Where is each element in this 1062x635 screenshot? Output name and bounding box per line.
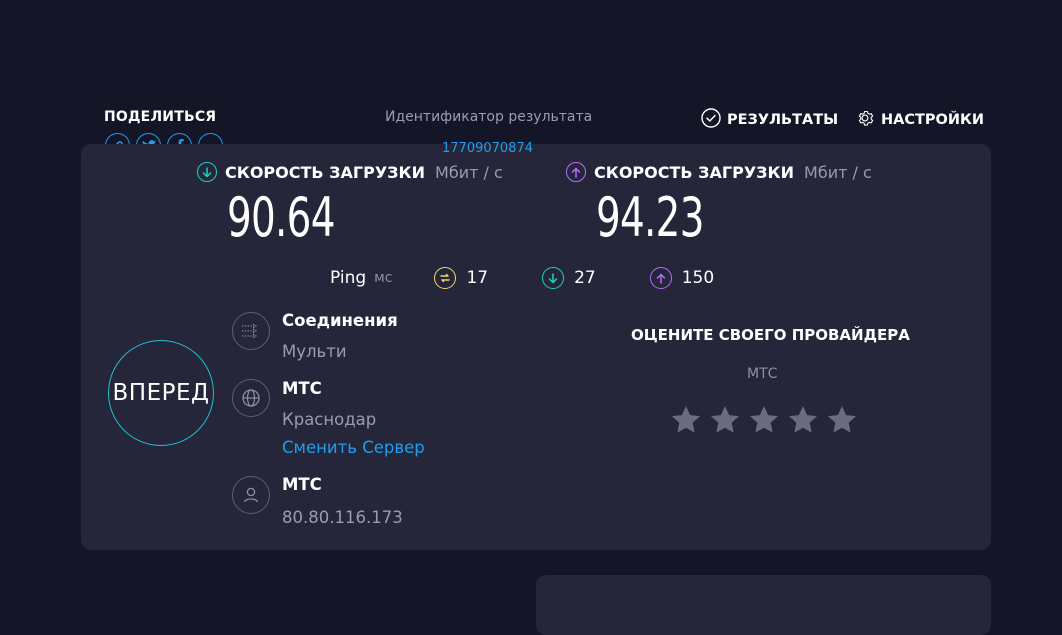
star-icon[interactable] (787, 404, 819, 436)
upload-header: СКОРОСТЬ ЗАГРУЗКИ Мбит / с (566, 162, 872, 182)
server-title: МТС (282, 379, 322, 398)
ping-jitter-value: 17 (466, 268, 489, 288)
go-button[interactable]: ВПЕРЕД (108, 340, 214, 446)
gear-icon (855, 108, 875, 132)
ping-upload-value: 150 (681, 268, 715, 288)
ping-jitter: 17 (434, 267, 488, 289)
upload-label: СКОРОСТЬ ЗАГРУЗКИ (594, 162, 795, 182)
connections-icon (232, 312, 270, 350)
ping-download-value: 27 (574, 268, 596, 288)
download-unit: Мбит / с (435, 162, 503, 182)
settings-label: НАСТРОЙКИ (881, 112, 984, 128)
download-speed-value: 90.64 (227, 186, 335, 249)
ping-label: Ping (330, 268, 367, 288)
result-id-link[interactable]: 17709070874 (442, 141, 533, 156)
star-icon[interactable] (709, 404, 741, 436)
ping-download: 27 (542, 267, 596, 289)
connections-value: Мульти (282, 342, 347, 361)
upload-ping-icon (649, 267, 672, 289)
star-icon[interactable] (826, 404, 858, 436)
upload-arrow-icon (566, 162, 586, 182)
ping-upload: 150 (649, 267, 715, 289)
rate-provider-title: ОЦЕНИТЕ СВОЕГО ПРОВАЙДЕРА (631, 326, 910, 344)
connections-title: Соединения (282, 311, 398, 330)
results-label: РЕЗУЛЬТАТЫ (727, 112, 839, 128)
settings-button[interactable]: НАСТРОЙКИ (855, 108, 984, 132)
server-city: Краснодар (282, 410, 377, 429)
upload-unit: Мбит / с (804, 162, 872, 182)
download-label: СКОРОСТЬ ЗАГРУЗКИ (225, 162, 426, 182)
download-ping-icon (542, 267, 565, 289)
jitter-icon (434, 267, 457, 289)
user-icon (232, 476, 270, 514)
globe-icon (232, 379, 270, 417)
results-card (81, 144, 991, 550)
download-header: СКОРОСТЬ ЗАГРУЗКИ Мбит / с (197, 162, 503, 182)
client-isp: МТС (282, 475, 322, 494)
star-icon[interactable] (670, 404, 702, 436)
star-icon[interactable] (748, 404, 780, 436)
secondary-card (536, 575, 991, 635)
ping-row: Ping мс 17 27 150 (330, 267, 768, 289)
change-server-link[interactable]: Сменить Сервер (282, 438, 425, 457)
check-circle-icon (701, 108, 721, 132)
results-button[interactable]: РЕЗУЛЬТАТЫ (701, 108, 838, 132)
client-ip: 80.80.116.173 (282, 508, 403, 527)
ping-unit: мс (374, 270, 393, 286)
star-rating (670, 404, 858, 436)
rate-provider-name: МТС (747, 366, 778, 382)
share-label: ПОДЕЛИТЬСЯ (104, 109, 217, 125)
result-id-label: Идентификатор результата (385, 109, 593, 125)
upload-speed-value: 94.23 (596, 186, 704, 249)
download-arrow-icon (197, 162, 217, 182)
